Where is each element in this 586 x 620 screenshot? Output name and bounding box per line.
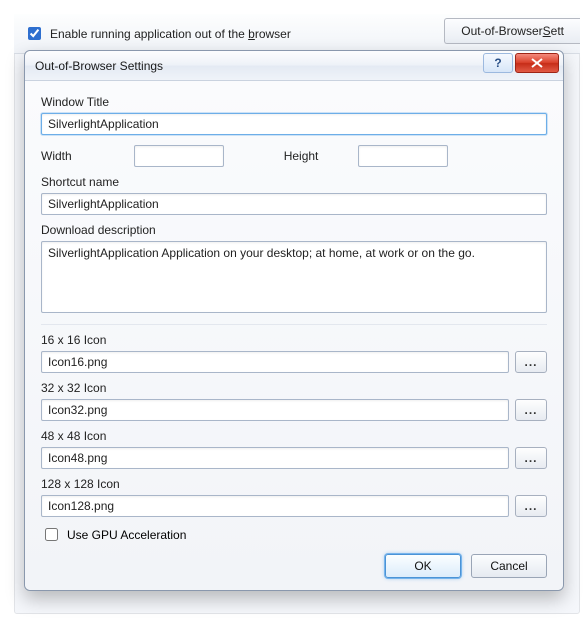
- icon128-input[interactable]: [41, 495, 509, 517]
- ellipsis-icon: ...: [524, 355, 537, 369]
- width-input[interactable]: [134, 145, 224, 167]
- close-icon: [531, 58, 543, 68]
- window-title-input[interactable]: [41, 113, 547, 135]
- icon48-input[interactable]: [41, 447, 509, 469]
- gpu-accel-checkbox[interactable]: [45, 528, 58, 541]
- icon16-input[interactable]: [41, 351, 509, 373]
- icon32-label: 32 x 32 Icon: [41, 381, 547, 395]
- window-title-label: Window Title: [41, 95, 547, 109]
- height-input[interactable]: [358, 145, 448, 167]
- icon48-browse-button[interactable]: ...: [515, 447, 547, 469]
- icon128-label: 128 x 128 Icon: [41, 477, 547, 491]
- separator: [41, 324, 547, 325]
- ellipsis-icon: ...: [524, 403, 537, 417]
- help-icon: ?: [494, 56, 501, 70]
- icon32-input[interactable]: [41, 399, 509, 421]
- icon16-browse-button[interactable]: ...: [515, 351, 547, 373]
- icon16-label: 16 x 16 Icon: [41, 333, 547, 347]
- oob-settings-dialog: Out-of-Browser Settings ? Window Title W…: [24, 50, 564, 591]
- gpu-accel-label: Use GPU Acceleration: [67, 528, 186, 542]
- ok-button[interactable]: OK: [385, 554, 461, 578]
- help-button[interactable]: ?: [483, 53, 513, 73]
- dialog-titlebar: Out-of-Browser Settings ?: [25, 51, 563, 81]
- dialog-body: Window Title Width Height Shortcut name …: [25, 81, 563, 590]
- ellipsis-icon: ...: [524, 499, 537, 513]
- enable-oob-text: Enable running application out of the br…: [50, 27, 291, 41]
- icon48-label: 48 x 48 Icon: [41, 429, 547, 443]
- icon32-browse-button[interactable]: ...: [515, 399, 547, 421]
- close-button[interactable]: [515, 53, 559, 73]
- download-desc-label: Download description: [41, 223, 547, 237]
- shortcut-name-input[interactable]: [41, 193, 547, 215]
- cancel-button[interactable]: Cancel: [471, 554, 547, 578]
- icon128-browse-button[interactable]: ...: [515, 495, 547, 517]
- parent-options-strip: Enable running application out of the br…: [14, 14, 580, 54]
- enable-oob-checkbox-label[interactable]: Enable running application out of the br…: [24, 24, 291, 43]
- height-label: Height: [284, 149, 319, 163]
- download-desc-input[interactable]: [41, 241, 547, 313]
- enable-oob-checkbox[interactable]: [28, 27, 41, 40]
- width-label: Width: [41, 149, 72, 163]
- ellipsis-icon: ...: [524, 451, 537, 465]
- oob-settings-button[interactable]: Out-of-Browser Sett: [444, 18, 580, 44]
- shortcut-name-label: Shortcut name: [41, 175, 547, 189]
